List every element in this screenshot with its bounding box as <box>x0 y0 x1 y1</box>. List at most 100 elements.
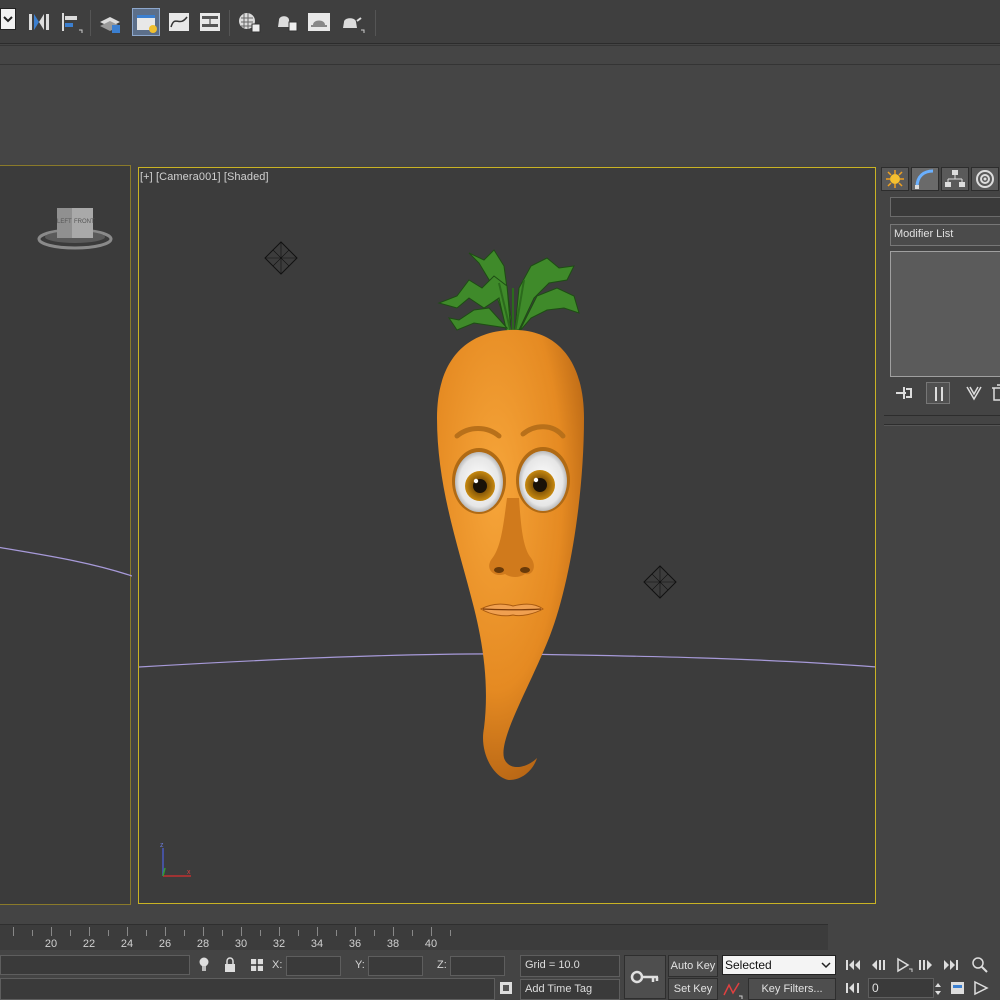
left-eye <box>452 448 506 514</box>
timeline-tick-label: 36 <box>348 938 362 950</box>
timeline-tick <box>336 930 337 936</box>
light-helper-icon <box>264 241 298 275</box>
timeline-tick <box>89 927 90 936</box>
align-icon[interactable] <box>57 8 85 36</box>
add-time-tag-button[interactable]: Add Time Tag <box>520 979 620 1000</box>
timeline-tick <box>450 930 451 936</box>
previous-frame-icon[interactable] <box>868 956 888 974</box>
viewport-label[interactable]: [+] [Camera001] [Shaded] <box>140 171 269 183</box>
toolbar-separator <box>375 10 376 36</box>
timeline-tick <box>222 930 223 936</box>
modifier-stack[interactable] <box>890 251 1000 377</box>
timeline-tick <box>298 930 299 936</box>
curve-editor-icon[interactable] <box>165 8 193 36</box>
object-name-field[interactable] <box>890 197 1000 217</box>
rendered-frame-window-icon[interactable] <box>305 8 333 36</box>
timeline-tick <box>260 930 261 936</box>
key-filters-button[interactable]: Key Filters... <box>748 978 836 1000</box>
timeline-tick-label: 34 <box>310 938 324 950</box>
ribbon-area <box>0 45 1000 163</box>
timeline-tick-label: 26 <box>158 938 172 950</box>
layer-manager-icon[interactable] <box>96 8 124 36</box>
viewcube-icon: LEFT FRONT <box>37 208 113 250</box>
grid-size-display: Grid = 10.0 <box>520 955 620 977</box>
remove-modifier-icon[interactable] <box>988 382 1000 404</box>
set-key-button[interactable]: Set Key <box>668 978 718 1000</box>
render-production-icon[interactable] <box>337 8 365 36</box>
ribbon-divider <box>0 64 1000 65</box>
timeline-tick-label: 20 <box>44 938 58 950</box>
modifier-list-dropdown[interactable]: Modifier List <box>890 224 1000 246</box>
right-eye <box>516 447 570 513</box>
modify-tab[interactable] <box>911 167 939 191</box>
make-unique-icon[interactable] <box>962 382 986 404</box>
render-setup-icon[interactable] <box>273 8 301 36</box>
frame-spinner-icon[interactable] <box>933 979 943 999</box>
mirror-icon[interactable] <box>25 8 53 36</box>
show-end-result-icon[interactable] <box>926 382 950 404</box>
axis-x-label: x <box>187 869 191 876</box>
left-viewport[interactable]: LEFT FRONT <box>0 165 132 905</box>
hierarchy-icon <box>945 170 965 187</box>
timeline-tick-label: 40 <box>424 938 438 950</box>
zoom-extents-icon[interactable] <box>970 955 990 975</box>
camera-viewport-canvas: z x <box>139 241 875 877</box>
next-frame-icon[interactable] <box>916 956 936 974</box>
pin-stack-icon[interactable] <box>892 382 916 404</box>
timeline-tick <box>393 927 394 936</box>
timeline-tick <box>203 927 204 936</box>
z-coordinate-field[interactable] <box>450 956 505 976</box>
prompt-line <box>0 955 190 975</box>
current-frame-field[interactable]: 0 <box>868 978 934 998</box>
selection-filter-dropdown[interactable] <box>0 8 16 30</box>
timeline-tick-label: 24 <box>120 938 134 950</box>
key-icon <box>630 970 659 984</box>
hierarchy-tab[interactable] <box>941 167 969 191</box>
modify-icon <box>915 169 934 189</box>
maxscript-listener-field[interactable] <box>0 978 495 1000</box>
camera-viewport[interactable]: z x <box>138 167 876 904</box>
timeline-tick <box>279 927 280 936</box>
auto-key-button[interactable]: Auto Key <box>668 955 718 977</box>
timeline-tick-label: 38 <box>386 938 400 950</box>
scene-explorer-icon[interactable] <box>132 8 160 36</box>
key-mode-curve-icon[interactable] <box>722 979 744 999</box>
y-coordinate-label: Y: <box>355 959 365 971</box>
toolbar-separator <box>229 10 230 36</box>
isolate-selection-icon[interactable] <box>197 956 211 974</box>
track-bar[interactable]: 20 22 24 26 28 30 32 34 36 38 40 <box>0 924 828 950</box>
material-editor-icon[interactable] <box>235 8 263 36</box>
schematic-view-icon[interactable] <box>196 8 224 36</box>
go-to-end-icon[interactable] <box>941 956 961 974</box>
timeline-tick <box>431 927 432 936</box>
main-toolbar <box>0 0 1000 44</box>
timeline-tick <box>374 930 375 936</box>
key-mode-toggle-icon[interactable] <box>843 979 863 997</box>
key-set-dropdown[interactable]: Selected <box>722 955 836 975</box>
timeline-tick <box>355 927 356 936</box>
orbit-icon[interactable] <box>972 979 992 997</box>
timeline-tick <box>127 927 128 936</box>
timeline-tick-label: 30 <box>234 938 248 950</box>
chevron-down-icon <box>820 958 832 972</box>
play-icon[interactable] <box>893 956 913 974</box>
go-to-start-icon[interactable] <box>843 956 863 974</box>
time-configuration-icon[interactable] <box>949 979 969 997</box>
timeline-tick <box>108 930 109 936</box>
time-tag-icon[interactable] <box>498 980 514 996</box>
y-coordinate-field[interactable] <box>368 956 423 976</box>
timeline-tick <box>241 927 242 936</box>
timeline-tick-label: 28 <box>196 938 210 950</box>
timeline-tick <box>32 930 33 936</box>
set-key-mode-button[interactable] <box>624 955 666 999</box>
axis-z-label: z <box>160 842 164 849</box>
x-coordinate-field[interactable] <box>286 956 341 976</box>
create-tab[interactable] <box>881 167 909 191</box>
panel-divider <box>884 415 1000 416</box>
absolute-mode-icon[interactable] <box>249 956 265 974</box>
axis-tripod-icon: z x <box>160 842 191 877</box>
toolbar-separator <box>90 10 91 36</box>
motion-tab[interactable] <box>971 167 999 191</box>
timeline-tick <box>51 927 52 936</box>
lock-selection-icon[interactable] <box>223 956 237 974</box>
